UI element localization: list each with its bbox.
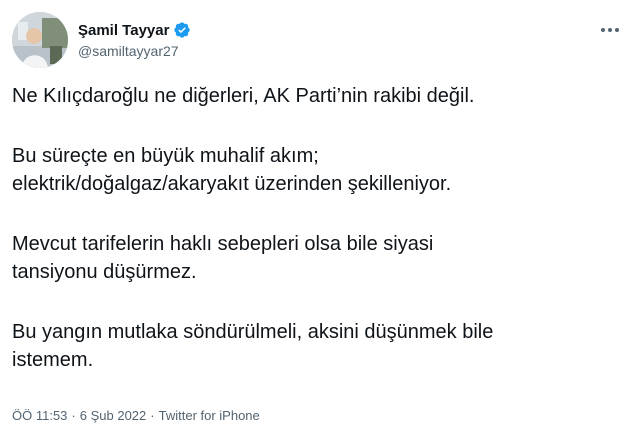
avatar[interactable] <box>12 12 68 68</box>
display-name[interactable]: Şamil Tayyar <box>78 22 169 39</box>
tweet-date[interactable]: 6 Şub 2022 <box>80 408 147 423</box>
meta-separator: · <box>71 408 76 423</box>
tweet-paragraph: Mevcut tarifelerin haklı sebepleri olsa … <box>12 233 434 283</box>
tweet-paragraph: Bu süreçte en büyük muhalif akım; elektr… <box>12 145 452 195</box>
tweet-paragraph: Bu yangın mutlaka söndürülmeli, aksini d… <box>12 321 494 371</box>
more-horizontal-icon <box>601 28 619 32</box>
tweet-card: Şamil Tayyar @samiltayyar27 Ne Kılıçdaro… <box>0 0 640 434</box>
name-row: Şamil Tayyar <box>78 20 191 40</box>
tweet-meta: ÖÖ 11:53 · 6 Şub 2022 · Twitter for iPho… <box>12 408 260 423</box>
user-names: Şamil Tayyar @samiltayyar27 <box>78 20 191 59</box>
tweet-source[interactable]: Twitter for iPhone <box>159 408 260 423</box>
more-options-button[interactable] <box>596 20 624 40</box>
verified-badge-icon <box>173 21 191 39</box>
tweet-time[interactable]: ÖÖ 11:53 <box>12 408 67 423</box>
user-handle[interactable]: @samiltayyar27 <box>78 43 191 59</box>
tweet-text: Ne Kılıçdaroğlu ne diğerleri, AK Parti’n… <box>12 82 622 374</box>
tweet-paragraph: Ne Kılıçdaroğlu ne diğerleri, AK Parti’n… <box>12 85 475 107</box>
tweet-header: Şamil Tayyar @samiltayyar27 <box>12 12 628 68</box>
avatar-photo <box>12 12 68 68</box>
meta-separator: · <box>150 408 155 423</box>
